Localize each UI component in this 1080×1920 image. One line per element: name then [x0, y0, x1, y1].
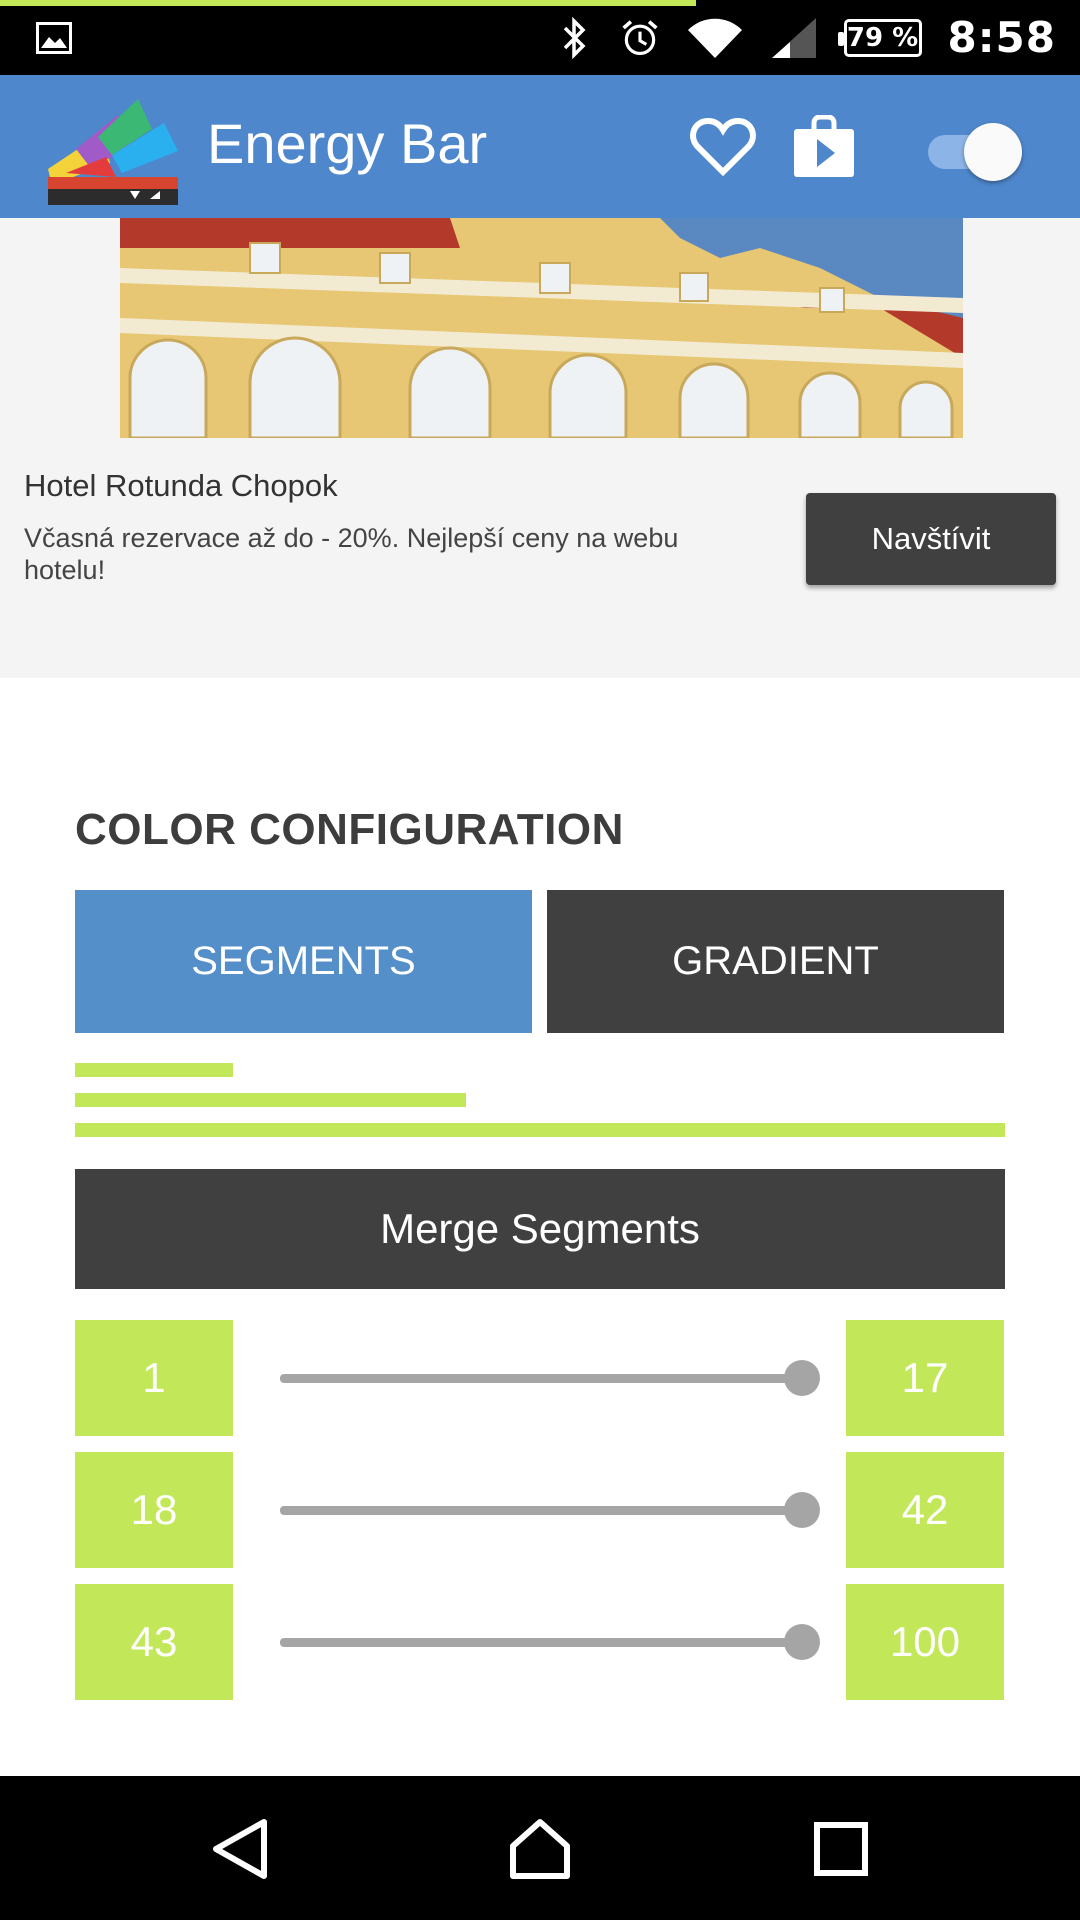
play-store-icon[interactable]	[792, 115, 856, 179]
visit-button[interactable]: Navštívit	[806, 493, 1056, 585]
slider-thumb[interactable]	[784, 1492, 820, 1528]
segment-row: 43 100	[75, 1584, 1005, 1700]
status-bar: 79 % 8:58	[0, 0, 1080, 75]
app-title: Energy Bar	[207, 112, 488, 175]
segment-preview-line	[75, 1063, 234, 1077]
segment-preview-line	[75, 1093, 466, 1107]
energy-bar	[0, 0, 1080, 6]
slider-thumb[interactable]	[784, 1624, 820, 1660]
segment-end-value[interactable]: 42	[846, 1452, 1004, 1568]
wifi-icon	[686, 16, 744, 60]
section-title: COLOR CONFIGURATION	[75, 805, 624, 854]
segment-start-value[interactable]: 1	[75, 1320, 233, 1436]
home-icon[interactable]	[505, 1818, 575, 1880]
segment-slider[interactable]	[280, 1490, 835, 1530]
hotel-image	[120, 218, 963, 438]
energy-bar-fill	[0, 0, 696, 6]
app-toggle[interactable]	[924, 121, 1024, 181]
battery-icon: 79 %	[837, 18, 922, 57]
bluetooth-icon	[554, 16, 594, 60]
recents-icon[interactable]	[806, 1818, 876, 1880]
gallery-icon	[36, 22, 72, 54]
signal-icon	[770, 16, 818, 60]
slider-track	[280, 1506, 802, 1515]
segment-row: 1 17	[75, 1320, 1005, 1436]
segment-preview-line	[75, 1123, 1005, 1137]
app-bar: Energy Bar	[0, 75, 1080, 218]
toggle-knob	[964, 123, 1022, 181]
slider-thumb[interactable]	[784, 1360, 820, 1396]
back-icon[interactable]	[206, 1818, 276, 1880]
segment-start-value[interactable]: 43	[75, 1584, 233, 1700]
merge-segments-button[interactable]: Merge Segments	[75, 1169, 1005, 1289]
battery-level: 79 %	[846, 22, 919, 53]
segment-end-value[interactable]: 17	[846, 1320, 1004, 1436]
app-logo-icon	[48, 99, 178, 205]
segment-start-value[interactable]: 18	[75, 1452, 233, 1568]
heart-icon[interactable]	[690, 117, 756, 177]
navigation-bar	[0, 1776, 1080, 1920]
ad-description: Včasná rezervace až do - 20%. Nejlepší c…	[24, 523, 679, 585]
slider-track	[280, 1374, 802, 1383]
segment-row: 18 42	[75, 1452, 1005, 1568]
clock: 8:58	[947, 13, 1056, 62]
tab-segments[interactable]: SEGMENTS	[75, 890, 532, 1033]
tab-gradient[interactable]: GRADIENT	[547, 890, 1004, 1033]
segment-slider[interactable]	[280, 1622, 835, 1662]
segment-slider[interactable]	[280, 1358, 835, 1398]
slider-track	[280, 1638, 802, 1647]
alarm-icon	[620, 16, 660, 60]
ad-title: Hotel Rotunda Chopok	[24, 468, 338, 503]
segment-end-value[interactable]: 100	[846, 1584, 1004, 1700]
ad-banner[interactable]: Hotel Rotunda Chopok Včasná rezervace až…	[0, 218, 1080, 678]
